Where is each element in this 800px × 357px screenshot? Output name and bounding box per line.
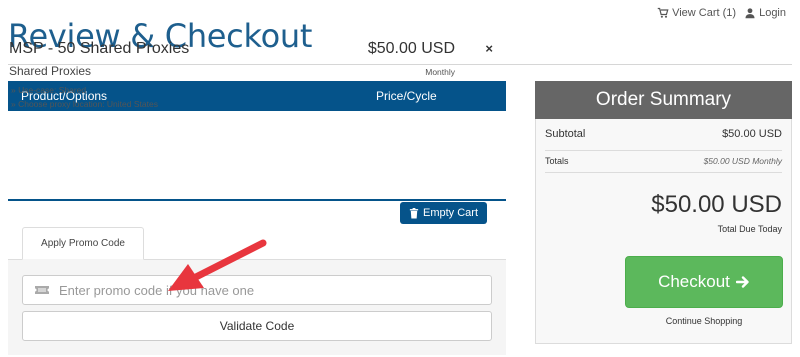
user-icon (745, 8, 755, 19)
cart-icon (657, 7, 669, 18)
item-group: Shared Proxies (9, 64, 92, 78)
view-cart-label: View Cart (1) (672, 7, 737, 19)
title-divider (8, 64, 792, 65)
order-summary: Order Summary Subtotal $50.00 USD Totals… (535, 81, 792, 344)
cart-divider (8, 199, 506, 201)
red-arrow-annotation (168, 239, 267, 291)
total-due-amount: $50.00 USD (651, 191, 782, 218)
empty-cart-label: Empty Cart (422, 207, 478, 219)
arrow-right-icon (735, 276, 749, 288)
item-cycle: Monthly (425, 67, 455, 77)
totals-row: Totals $50.00 USD Monthly (545, 156, 782, 166)
total-due-label: Total Due Today (717, 224, 782, 234)
login-label: Login (759, 7, 786, 19)
login-link[interactable]: Login (744, 7, 786, 19)
validate-code-button[interactable]: Validate Code (22, 311, 492, 341)
view-cart-link[interactable]: View Cart (1) (657, 7, 736, 19)
checkout-label: Checkout (658, 272, 730, 291)
top-nav: View Cart (1) Login (657, 7, 786, 19)
summary-divider (545, 172, 782, 173)
subtotal-value: $50.00 USD (722, 128, 782, 140)
tab-apply-promo-code[interactable]: Apply Promo Code (22, 227, 144, 260)
ticket-icon (35, 286, 49, 294)
item-price: $50.00 USD (367, 40, 455, 57)
item-option: » Use-case: Shared (11, 85, 87, 95)
item-name: MSP - 50 Shared Proxies (9, 40, 190, 57)
totals-label: Totals (545, 156, 569, 166)
subtotal-label: Subtotal (545, 128, 586, 140)
remove-item-icon[interactable]: × (485, 41, 493, 56)
trash-icon (409, 207, 419, 219)
summary-divider (545, 150, 782, 151)
order-summary-title: Order Summary (535, 81, 792, 119)
header-price-cycle: Price/Cycle (376, 89, 437, 103)
continue-shopping-link[interactable]: Continue Shopping (625, 316, 783, 326)
checkout-button[interactable]: Checkout (625, 256, 783, 308)
totals-value: $50.00 USD Monthly (703, 156, 782, 166)
empty-cart-button[interactable]: Empty Cart (400, 202, 487, 224)
item-option: » Choose proxy location: United States (11, 99, 158, 109)
subtotal-row: Subtotal $50.00 USD (545, 128, 782, 140)
